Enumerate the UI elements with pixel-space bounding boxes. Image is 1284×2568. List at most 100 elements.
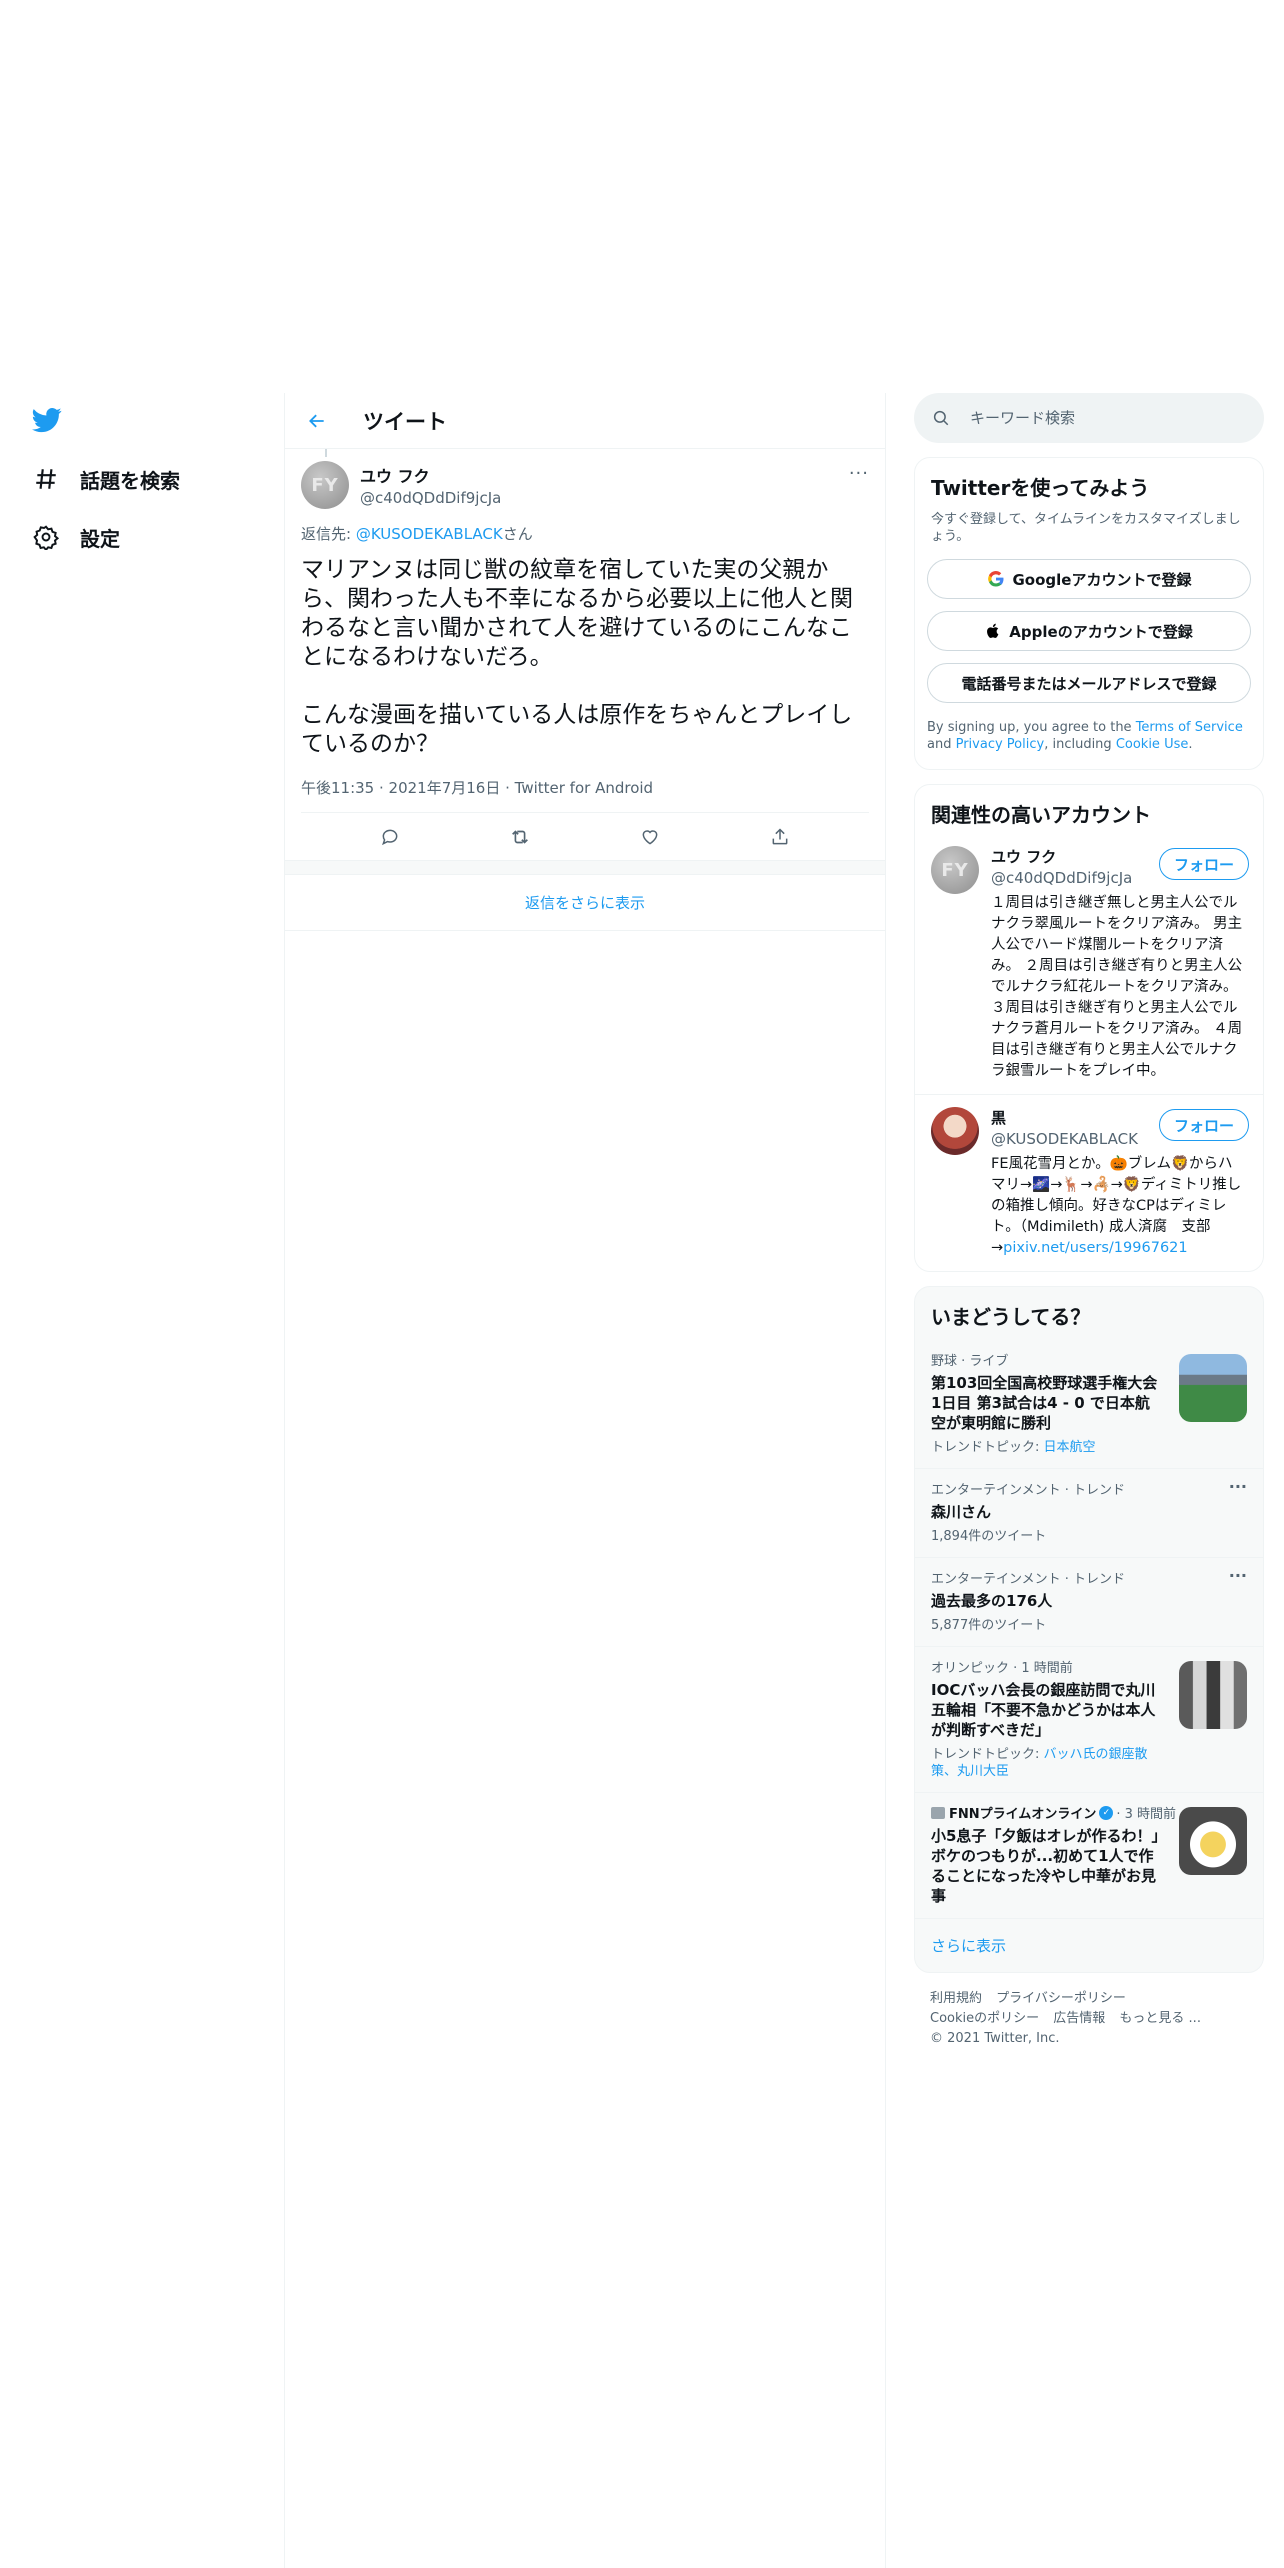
verified-badge-icon: ✓ — [1099, 1805, 1114, 1820]
nav-item-settings[interactable]: 設定 — [30, 517, 120, 557]
reply-to-suffix: さん — [502, 525, 533, 543]
trend-subtitle: トレンドトピック: バッハ氏の銀座散策、丸川大臣 — [931, 1746, 1163, 1780]
tweet-author-names: ユウ フク @c40dQDdDif9jcJa — [360, 463, 501, 507]
trend-title: IOCバッハ会長の銀座訪問で丸川五輪相「不要不急かどうかは本人が判断すべきだ」 — [931, 1681, 1156, 1739]
trend-thumbnail — [1179, 1354, 1247, 1422]
trend-title: 第103回全国高校野球選手権大会1日目 第3試合は4 - 0 で日本航空が東明館… — [931, 1374, 1158, 1432]
cookie-use-link[interactable]: Cookie Use — [1116, 737, 1189, 752]
share-icon — [772, 827, 788, 844]
signup-card: Twitterを使ってみよう 今すぐ登録して、タイムラインをカスタマイズしましょ… — [914, 457, 1264, 770]
avatar[interactable]: FY — [931, 846, 979, 894]
trend-more-icon[interactable]: ··· — [1229, 1566, 1247, 1585]
reply-button[interactable] — [372, 819, 408, 855]
avatar[interactable]: FY — [301, 461, 349, 509]
terms-of-service-link[interactable]: Terms of Service — [1136, 720, 1243, 735]
right-sidebar: Twitterを使ってみよう 今すぐ登録して、タイムラインをカスタマイズしましょ… — [914, 393, 1264, 2065]
like-button[interactable] — [632, 819, 668, 855]
main-column: ツイート FY ユウ フク @c40dQDdDif9jcJa ··· 返信先: … — [284, 393, 886, 2568]
search-input[interactable] — [970, 409, 1230, 427]
tweet-timestamp[interactable]: 午後11:35 · 2021年7月16日 · Twitter for Andro… — [301, 777, 869, 813]
google-logo-icon — [987, 570, 1005, 588]
retweet-icon — [512, 829, 528, 844]
thread-line — [325, 449, 327, 457]
trend-thumbnail — [1179, 1661, 1247, 1729]
page-title: ツイート — [363, 409, 447, 434]
retweet-button[interactable] — [502, 819, 538, 855]
trend-item[interactable]: エンターテインメント · トレンド 過去最多の176人 5,877件のツイート … — [915, 1558, 1263, 1647]
trend-thumbnail — [1179, 1807, 1247, 1875]
heart-icon — [642, 829, 658, 845]
signup-terms: By signing up, you agree to the Terms of… — [915, 703, 1263, 769]
reply-icon — [382, 829, 398, 845]
account-bio-link[interactable]: pixiv.net/users/19967621 — [1003, 1240, 1187, 1256]
trend-topic-prefix: トレンドトピック: — [931, 1747, 1044, 1762]
google-signup-button[interactable]: Googleアカウントで登録 — [927, 559, 1251, 599]
trend-context: エンターテインメント · トレンド — [931, 1572, 1126, 1587]
terms-text-3: , including — [1044, 737, 1116, 752]
footer-link[interactable]: 広告情報 — [1053, 2011, 1105, 2026]
avatar[interactable] — [931, 1107, 979, 1155]
search-bar[interactable] — [914, 393, 1264, 443]
tweet-author-handle[interactable]: @c40dQDdDif9jcJa — [360, 489, 501, 507]
trend-context: エンターテインメント · トレンド — [931, 1483, 1126, 1498]
more-options-button[interactable]: ··· — [849, 463, 869, 484]
trend-topic-link[interactable]: 日本航空 — [1044, 1440, 1096, 1455]
account-item[interactable]: 黒 @KUSODEKABLACK FE風花雪月とか。🎃ブレム🦁からハマリ→🌌→🦌… — [915, 1095, 1263, 1271]
privacy-policy-link[interactable]: Privacy Policy — [956, 737, 1045, 752]
nav-item-settings-label: 設定 — [80, 526, 120, 551]
tweet-author-row: FY ユウ フク @c40dQDdDif9jcJa — [301, 461, 869, 509]
trend-item[interactable]: オリンピック · 1 時間前 IOCバッハ会長の銀座訪問で丸川五輪相「不要不急か… — [915, 1647, 1263, 1793]
trend-subtitle: トレンドトピック: 日本航空 — [931, 1439, 1163, 1456]
trend-more-icon[interactable]: ··· — [1229, 1477, 1247, 1496]
trend-item[interactable]: FNNプライムオンライン ✓ · 3 時間前 小5息子「夕飯はオレが作るわ！」ボ… — [915, 1793, 1263, 1919]
trend-title: 小5息子「夕飯はオレが作るわ！」ボケのつもりが...初めて1人で作ることになった… — [931, 1827, 1159, 1905]
trend-item[interactable]: エンターテインメント · トレンド 森川さん 1,894件のツイート ··· — [915, 1469, 1263, 1558]
trend-tweet-count: 1,894件のツイート — [931, 1529, 1047, 1544]
google-signup-label: Googleアカウントで登録 — [1012, 570, 1192, 589]
footer-more-link[interactable]: もっと見る ... — [1119, 2011, 1201, 2026]
show-more-replies-link[interactable]: 返信をさらに表示 — [285, 875, 885, 931]
apple-signup-label: Appleのアカウントで登録 — [1009, 622, 1193, 641]
reply-to-prefix: 返信先: — [301, 525, 356, 543]
copyright: © 2021 Twitter, Inc. — [930, 2031, 1060, 2046]
footer-link[interactable]: プライバシーポリシー — [996, 1991, 1126, 2006]
trends-card: いまどうしてる？ 野球 · ライブ 第103回全国高校野球選手権大会1日目 第3… — [914, 1286, 1264, 1973]
follow-button[interactable]: フォロー — [1158, 1109, 1249, 1141]
main-header: ツイート — [285, 393, 885, 449]
back-arrow-icon — [309, 414, 324, 427]
twitter-logo-icon[interactable] — [30, 405, 64, 435]
footer-row: Cookieのポリシー 広告情報 もっと見る ... — [930, 2009, 1248, 2029]
trend-topic-prefix: トレンドトピック: — [931, 1440, 1044, 1455]
terms-text-4: . — [1188, 737, 1193, 752]
trend-source-name: FNNプライムオンライン — [949, 1807, 1097, 1822]
show-more-trends-link[interactable]: さらに表示 — [915, 1919, 1263, 1972]
phone-email-signup-label: 電話番号またはメールアドレスで登録 — [961, 674, 1217, 693]
search-icon — [933, 410, 949, 426]
gear-icon — [30, 521, 62, 553]
terms-text-1: By signing up, you agree to the — [927, 720, 1136, 735]
trend-item[interactable]: 野球 · ライブ 第103回全国高校野球選手権大会1日目 第3試合は4 - 0 … — [915, 1340, 1263, 1469]
tweet: FY ユウ フク @c40dQDdDif9jcJa ··· 返信先: @KUSO… — [285, 449, 885, 813]
nav-item-explore[interactable]: 話題を検索 — [30, 459, 180, 499]
tweet-author-name[interactable]: ユウ フク — [360, 463, 501, 487]
tweet-text: マリアンヌは同じ獣の紋章を宿していた実の父親から、関わった人も不幸になるから必要… — [301, 557, 853, 757]
trend-tweet-count: 5,877件のツイート — [931, 1618, 1047, 1633]
account-item[interactable]: FY ユウ フク @c40dQDdDif9jcJa １周目は引き継ぎ無しと男主人… — [915, 834, 1263, 1095]
trend-title: 森川さん — [931, 1503, 992, 1521]
share-button[interactable] — [762, 819, 798, 855]
trend-time: · 3 時間前 — [1116, 1807, 1177, 1822]
hashtag-icon — [30, 463, 62, 495]
footer-link[interactable]: Cookieのポリシー — [930, 2011, 1039, 2026]
nav-item-explore-label: 話題を検索 — [80, 468, 180, 493]
phone-email-signup-button[interactable]: 電話番号またはメールアドレスで登録 — [927, 663, 1251, 703]
follow-button[interactable]: フォロー — [1158, 848, 1249, 880]
back-button[interactable] — [299, 403, 335, 439]
footer-row: 利用規約 プライバシーポリシー — [930, 1989, 1248, 2009]
footer-link[interactable]: 利用規約 — [930, 1991, 982, 2006]
trend-title: 過去最多の176人 — [931, 1592, 1053, 1610]
reply-to-mention-link[interactable]: @KUSODEKABLACK — [356, 525, 503, 543]
relevant-accounts-card: 関連性の高いアカウント FY ユウ フク @c40dQDdDif9jcJa １周… — [914, 784, 1264, 1272]
reply-to: 返信先: @KUSODEKABLACKさん — [301, 523, 869, 544]
trends-title: いまどうしてる？ — [931, 1305, 1091, 1329]
apple-signup-button[interactable]: Appleのアカウントで登録 — [927, 611, 1251, 651]
